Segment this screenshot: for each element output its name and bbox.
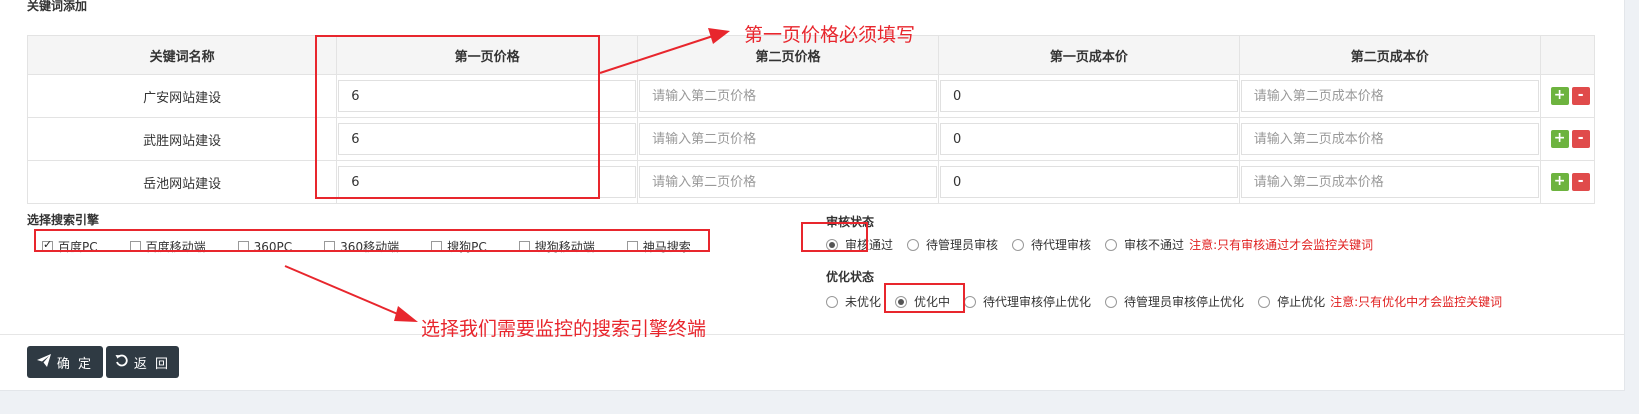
annotation-arrows xyxy=(284,28,730,322)
annotation-price-note: 第一页价格必须填写 xyxy=(744,24,916,46)
annotation-engine-note: 选择我们需要监控的搜索引擎终端 xyxy=(421,318,707,340)
